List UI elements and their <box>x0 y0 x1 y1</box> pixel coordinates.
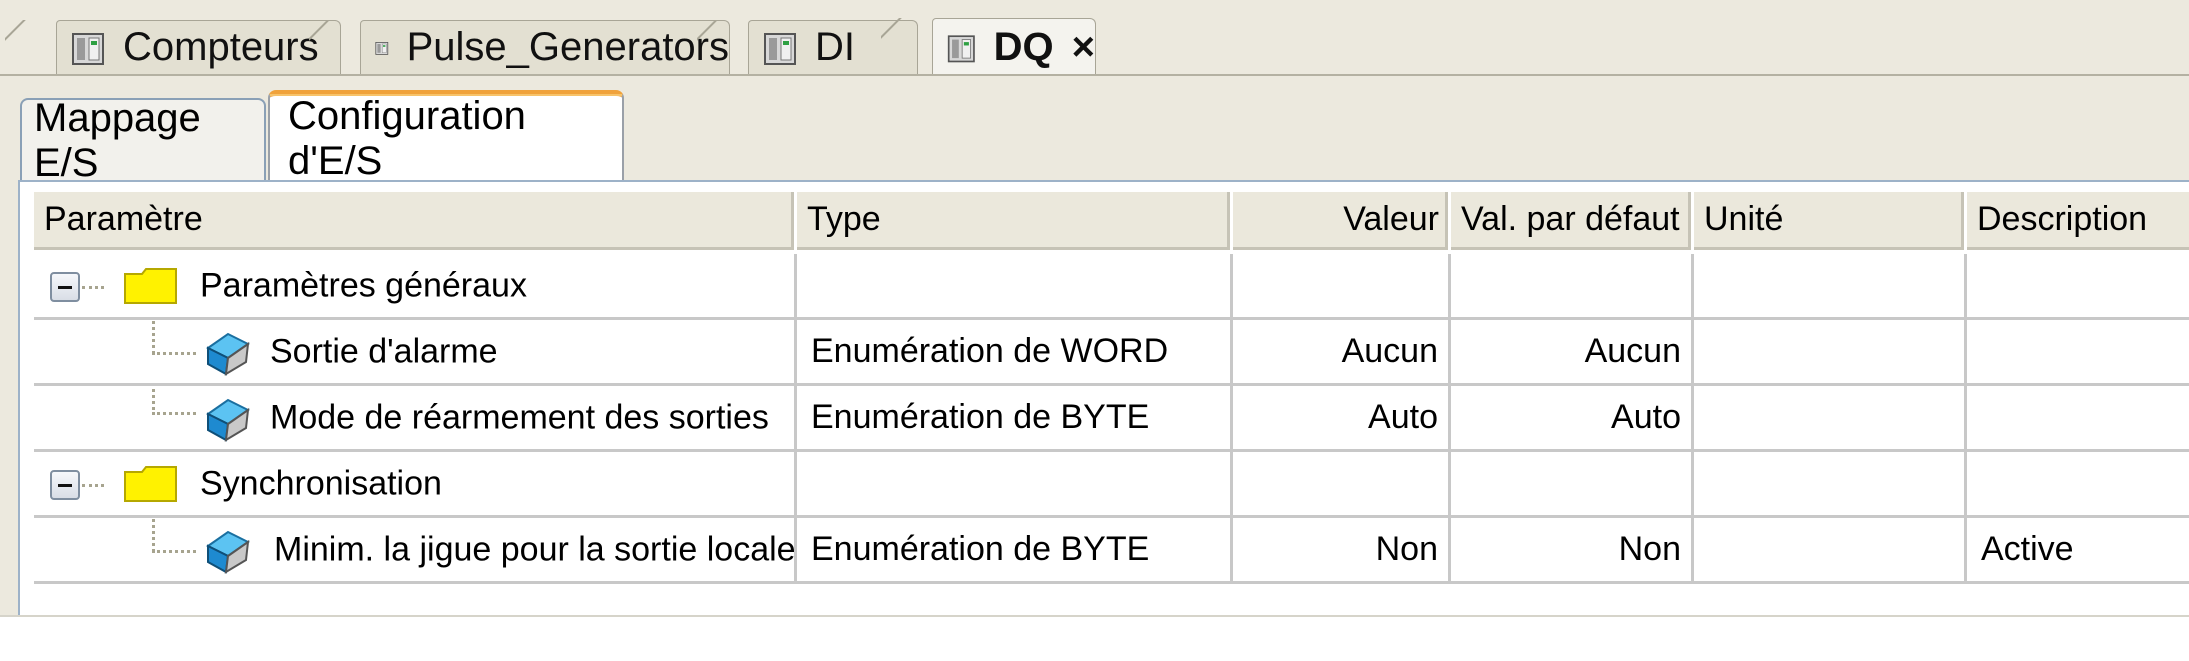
cell-type <box>797 254 1233 320</box>
table-row[interactable]: Paramètres généraux <box>34 254 2189 320</box>
column-header-unite[interactable]: Unité <box>1694 192 1964 250</box>
device-module-icon <box>764 32 796 65</box>
parameter-grid: Paramètre Type Valeur Val. par défaut Un… <box>18 180 2189 615</box>
cell-valeur[interactable]: Non <box>1233 518 1451 584</box>
doc-tab-dq[interactable]: DQ × <box>932 18 1096 76</box>
cell-type: Enumération de WORD <box>797 320 1233 386</box>
cell-type: Enumération de BYTE <box>797 386 1233 452</box>
cell-val-par-defaut: Non <box>1451 518 1694 584</box>
cell-description <box>1967 452 2189 518</box>
cell-valeur[interactable] <box>1233 254 1451 320</box>
cell-description <box>1967 320 2189 386</box>
tab-configuration-es[interactable]: Configuration d'E/S <box>268 90 624 183</box>
document-tab-strip: Compteurs Pulse_Generators DI DQ × <box>0 0 2189 76</box>
bottom-divider <box>0 615 2189 617</box>
table-row[interactable]: Sortie d'alarme Enumération de WORD Aucu… <box>34 320 2189 386</box>
device-module-icon <box>375 41 389 55</box>
collapse-toggle[interactable] <box>50 470 80 500</box>
cell-valeur[interactable]: Aucun <box>1233 320 1451 386</box>
group-label: Paramètres généraux <box>200 266 527 304</box>
grid-body: Paramètre Type Valeur Val. par défaut Un… <box>34 192 2189 622</box>
doc-tab-label: DI <box>815 25 855 69</box>
device-module-icon <box>947 34 975 62</box>
collapse-toggle[interactable] <box>50 272 80 302</box>
parameter-label: Sortie d'alarme <box>270 332 498 370</box>
close-icon[interactable]: × <box>1072 25 1095 70</box>
parameter-icon <box>206 398 250 442</box>
tab-mappage-es[interactable]: Mappage E/S <box>20 96 266 185</box>
parameter-label: Minim. la jigue pour la sortie locale <box>274 530 796 568</box>
column-header-type[interactable]: Type <box>797 192 1230 250</box>
column-header-description[interactable]: Description <box>1967 192 2189 250</box>
doc-tab-compteurs[interactable]: Compteurs <box>56 20 341 74</box>
cell-type <box>797 452 1233 518</box>
cell-parametre: Sortie d'alarme <box>34 320 797 386</box>
device-module-icon <box>72 32 104 65</box>
parameter-label: Mode de réarmement des sorties <box>270 398 769 436</box>
cell-unite <box>1694 518 1967 584</box>
parameter-icon <box>206 530 250 574</box>
table-row[interactable]: Mode de réarmement des sorties Enumérati… <box>34 386 2189 452</box>
doc-tab-label: Pulse_Generators <box>406 25 729 69</box>
cell-parametre: Minim. la jigue pour la sortie locale <box>34 518 797 584</box>
cell-val-par-defaut: Aucun <box>1451 320 1694 386</box>
cell-unite <box>1694 254 1967 320</box>
tab-strip-divider <box>0 74 2189 76</box>
cell-val-par-defaut <box>1451 452 1694 518</box>
cell-type: Enumération de BYTE <box>797 518 1233 584</box>
cell-valeur[interactable] <box>1233 452 1451 518</box>
tab-label: Configuration d'E/S <box>288 94 526 183</box>
cell-description <box>1967 386 2189 452</box>
cell-parametre: Paramètres généraux <box>34 254 797 320</box>
cell-parametre: Synchronisation <box>34 452 797 518</box>
group-label: Synchronisation <box>200 464 442 502</box>
cell-description <box>1967 254 2189 320</box>
cell-unite <box>1694 386 1967 452</box>
parameter-icon <box>206 332 250 376</box>
folder-icon <box>124 466 177 502</box>
cell-description: Active <box>1967 518 2189 584</box>
table-row[interactable]: Minim. la jigue pour la sortie locale En… <box>34 518 2189 584</box>
doc-tab-label: DQ <box>993 25 1054 69</box>
cell-val-par-defaut: Auto <box>1451 386 1694 452</box>
doc-tab-label: Compteurs <box>123 25 319 69</box>
tab-label: Mappage E/S <box>34 96 201 185</box>
folder-icon <box>124 268 177 304</box>
editor-frame: Compteurs Pulse_Generators DI DQ × Mappa… <box>0 0 2189 615</box>
cell-unite <box>1694 320 1967 386</box>
doc-tab-pulse-generators[interactable]: Pulse_Generators <box>360 20 730 74</box>
cell-parametre: Mode de réarmement des sorties <box>34 386 797 452</box>
cell-val-par-defaut <box>1451 254 1694 320</box>
cell-valeur[interactable]: Auto <box>1233 386 1451 452</box>
cell-unite <box>1694 452 1967 518</box>
table-row[interactable]: Synchronisation <box>34 452 2189 518</box>
column-header-valeur[interactable]: Valeur <box>1233 192 1448 250</box>
column-header-parametre[interactable]: Paramètre <box>34 192 794 250</box>
column-header-val-par-defaut[interactable]: Val. par défaut <box>1451 192 1691 250</box>
